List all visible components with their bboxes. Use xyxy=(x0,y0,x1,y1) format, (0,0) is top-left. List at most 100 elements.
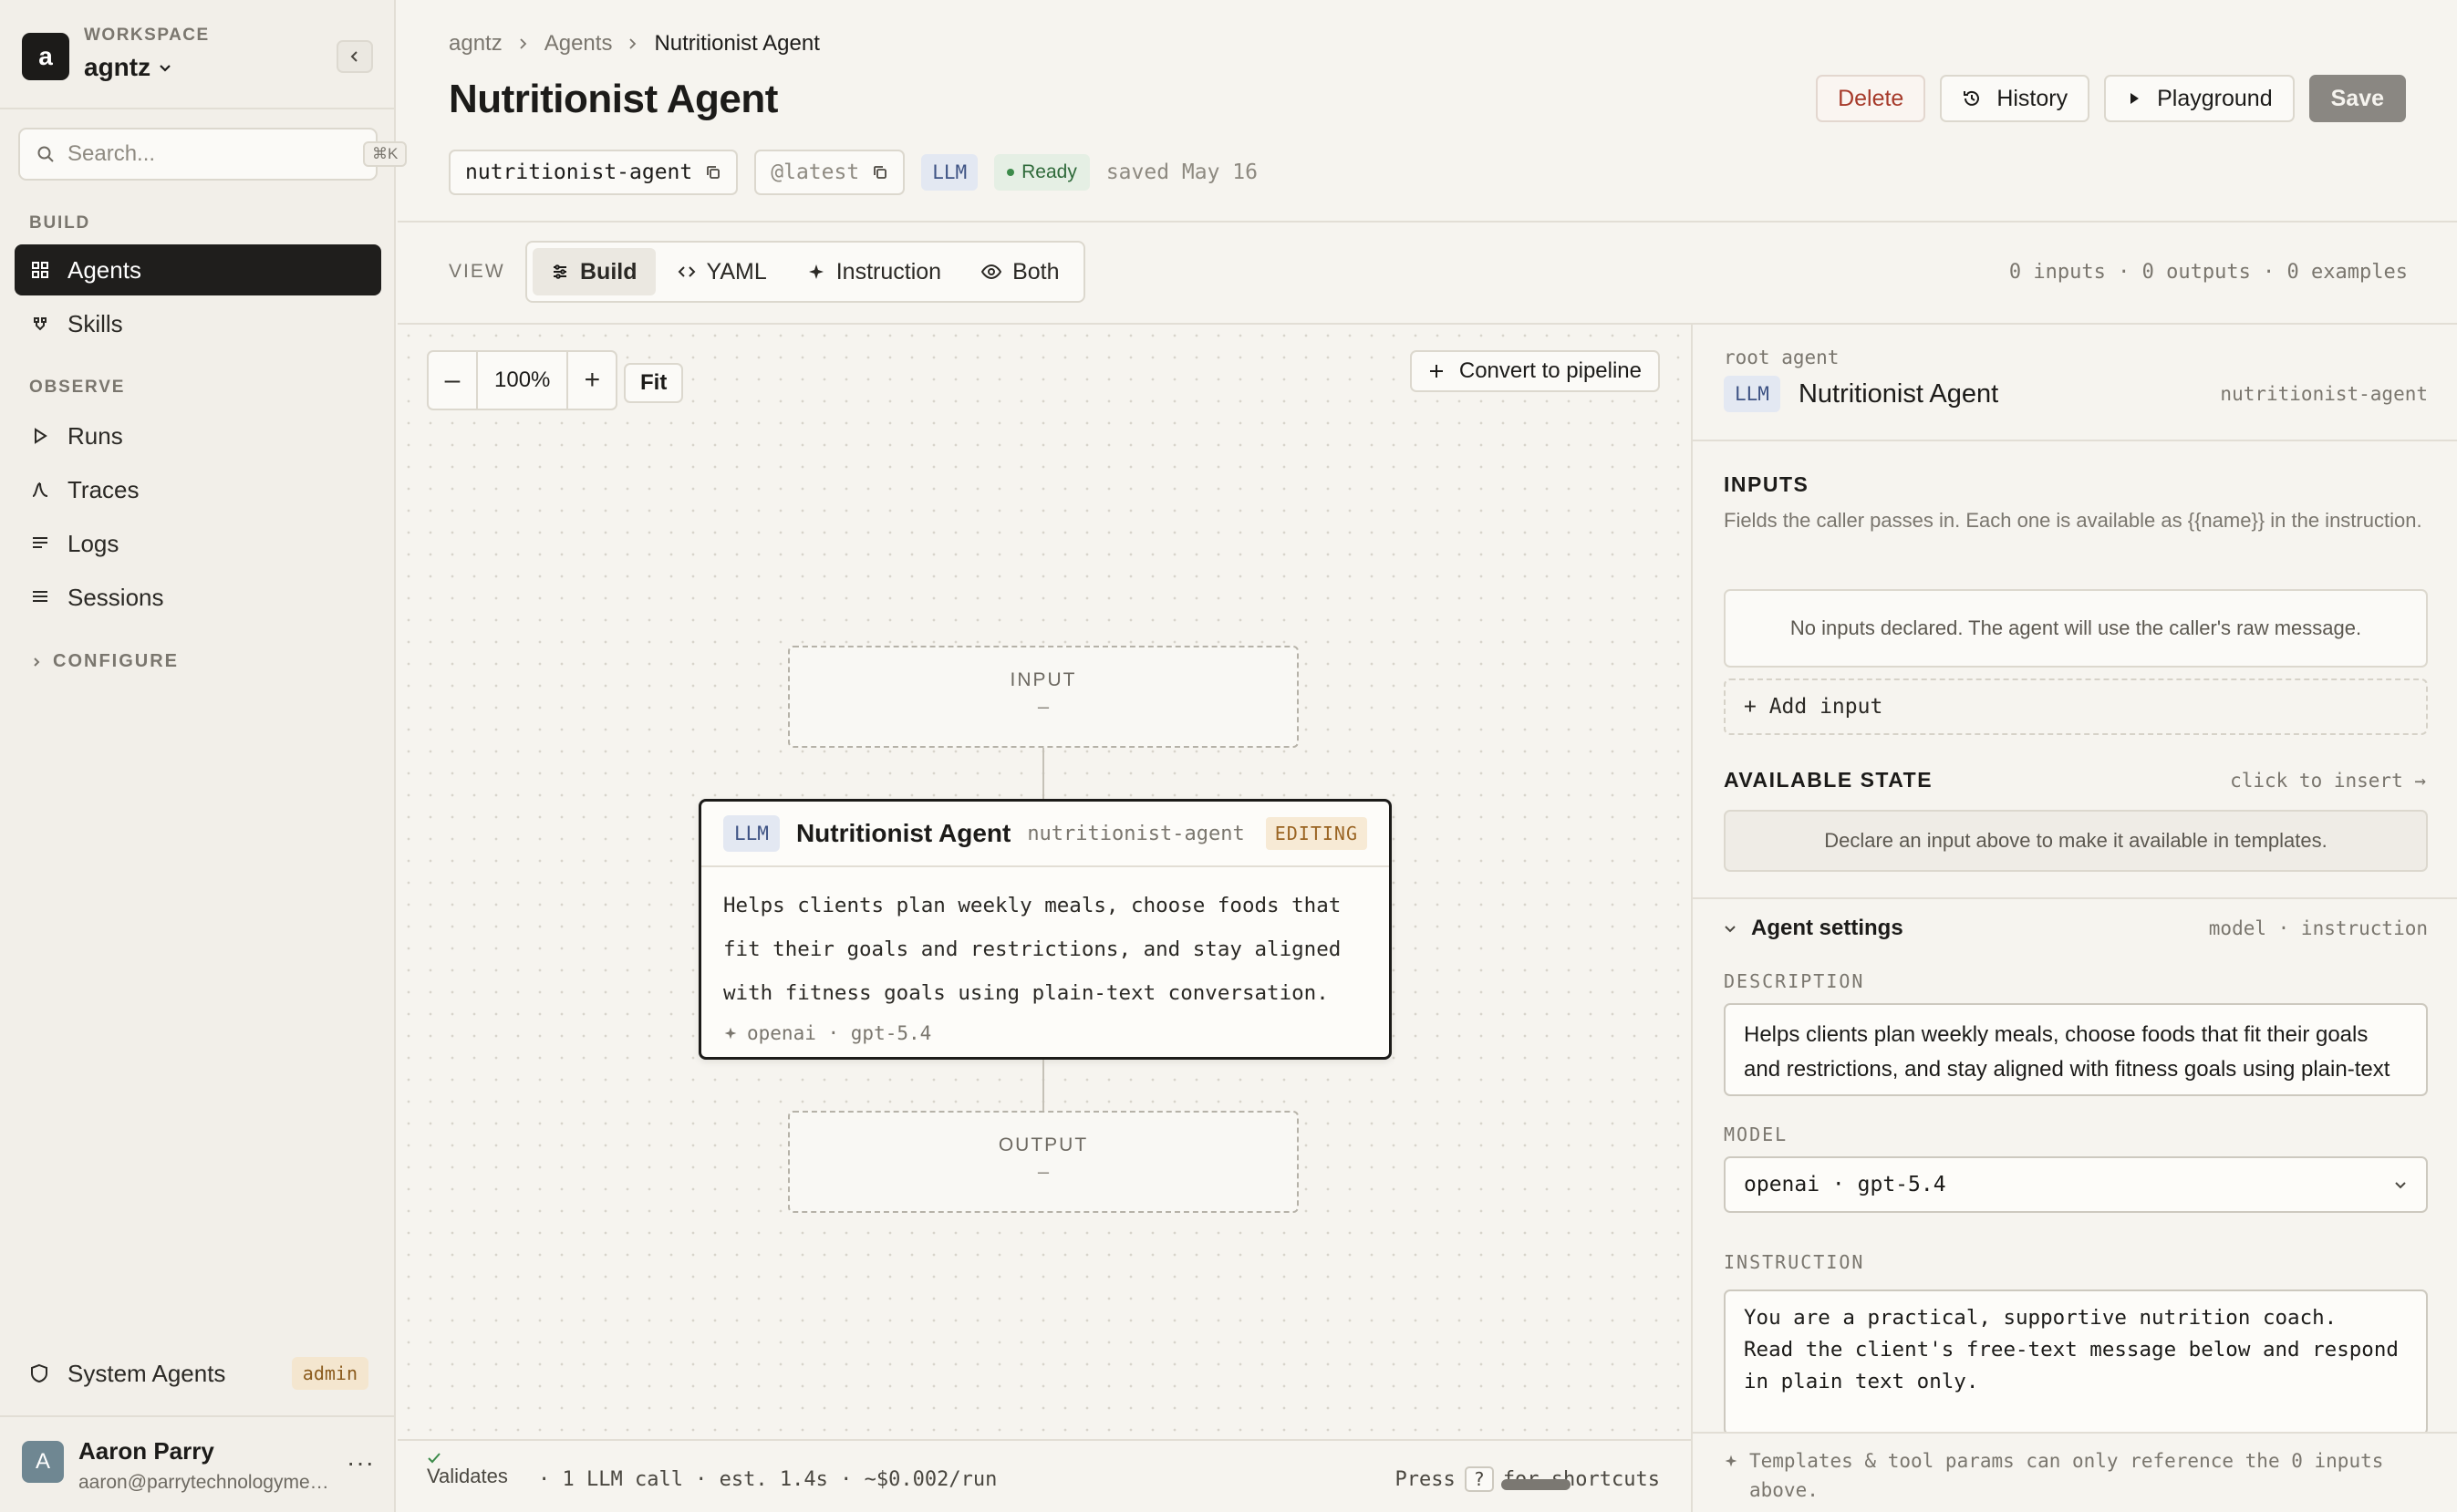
search-input[interactable] xyxy=(67,141,350,167)
instruction-line: Read the client's free-text message belo… xyxy=(1744,1338,2399,1362)
shortcut-key[interactable]: ? xyxy=(1464,1466,1494,1492)
workspace-label: WORKSPACE xyxy=(84,26,210,45)
delete-button[interactable]: Delete xyxy=(1816,75,1926,122)
input-node[interactable]: INPUT – xyxy=(788,646,1299,748)
sidebar-item-runs[interactable]: Runs xyxy=(15,410,381,461)
insert-hint: click to insert → xyxy=(2230,770,2426,792)
view-label: VIEW xyxy=(449,261,505,282)
history-button[interactable]: History xyxy=(1940,75,2090,122)
chevron-down-icon xyxy=(158,60,172,75)
breadcrumb-item[interactable]: agntz xyxy=(449,31,503,57)
inputs-empty-state: No inputs declared. The agent will use t… xyxy=(1724,589,2428,668)
tab-instruction[interactable]: Instruction xyxy=(789,248,959,295)
sidebar-item-logs[interactable]: Logs xyxy=(15,518,381,569)
output-node-value: – xyxy=(1037,1160,1050,1183)
view-tabs: Build YAML Instruction Both xyxy=(525,241,1085,303)
tab-both[interactable]: Both xyxy=(963,248,1077,295)
header-actions: Delete History Playground Save xyxy=(1816,75,2406,122)
template-note-text: Templates & tool params can only referen… xyxy=(1749,1450,2384,1501)
agent-node-slug: nutritionist-agent xyxy=(1027,822,1245,845)
status-dot-icon xyxy=(1007,169,1015,176)
editing-badge: EDITING xyxy=(1265,817,1367,850)
root-agent-name: Nutritionist Agent xyxy=(1798,378,1999,409)
output-node[interactable]: OUTPUT – xyxy=(788,1111,1299,1213)
sidebar-item-skills[interactable]: Skills xyxy=(15,298,381,349)
user-email: aaron@parrytechnologyme… xyxy=(78,1472,329,1493)
fit-button[interactable]: Fit xyxy=(624,363,684,403)
type-badge: LLM xyxy=(1724,376,1780,412)
configure-section-toggle[interactable]: CONFIGURE xyxy=(31,651,179,672)
agent-version: @latest xyxy=(771,161,860,184)
add-input-button[interactable]: + Add input xyxy=(1724,678,2428,735)
chevron-right-icon xyxy=(31,657,42,668)
breadcrumb-item[interactable]: Agents xyxy=(544,31,613,57)
configure-label: CONFIGURE xyxy=(53,651,179,671)
description-field[interactable]: Helps clients plan weekly meals, choose … xyxy=(1724,1003,2428,1096)
instruction-line: You are a practical, supportive nutritio… xyxy=(1744,1306,2338,1330)
status-text: Ready xyxy=(1021,161,1077,182)
play-icon xyxy=(31,427,49,445)
tab-label: YAML xyxy=(706,258,767,285)
convert-to-pipeline-button[interactable]: Convert to pipeline xyxy=(1409,350,1660,392)
system-agents-label: System Agents xyxy=(67,1359,226,1387)
more-icon[interactable]: ··· xyxy=(347,1448,375,1477)
tab-label: Both xyxy=(1012,258,1060,285)
validates-label: Validates xyxy=(427,1465,508,1487)
model-select[interactable]: openai · gpt-5.4 xyxy=(1724,1156,2428,1213)
avatar: A xyxy=(22,1441,64,1483)
sidebar-item-label: Traces xyxy=(67,475,140,503)
search-box[interactable]: ⌘K xyxy=(18,128,408,181)
agent-node[interactable]: LLM Nutritionist Agent nutritionist-agen… xyxy=(699,799,1392,1060)
zoom-in-button[interactable]: + xyxy=(568,352,616,409)
workspace-name: agntz xyxy=(84,53,151,81)
tab-label: Build xyxy=(580,258,638,285)
agent-slug-chip[interactable]: nutritionist-agent xyxy=(449,150,739,195)
sidebar-item-label: Agents xyxy=(67,255,141,284)
search-icon xyxy=(36,145,55,163)
description-label: DESCRIPTION xyxy=(1724,970,1865,992)
type-badge: LLM xyxy=(723,815,780,852)
agent-node-description: Helps clients plan weekly meals, choose … xyxy=(723,894,1342,1005)
sidebar-item-sessions[interactable]: Sessions xyxy=(15,572,381,623)
graph-canvas[interactable]: – 100% + Fit Convert to pipeline INPUT –… xyxy=(398,325,1691,1439)
inputs-help: Fields the caller passes in. Each one is… xyxy=(1724,509,2422,532)
chevron-left-icon xyxy=(348,50,361,63)
sidebar-item-agents[interactable]: Agents xyxy=(15,244,381,295)
system-agents-link[interactable]: System Agents admin xyxy=(29,1353,368,1393)
view-toolbar: VIEW Build YAML Instruction Both 0 input… xyxy=(398,223,2457,325)
admin-badge: admin xyxy=(291,1357,368,1390)
validation-status: Validates xyxy=(427,1452,508,1488)
save-button[interactable]: Save xyxy=(2308,75,2406,122)
copy-icon[interactable] xyxy=(705,164,721,181)
chevron-down-icon xyxy=(1724,922,1736,935)
copy-icon[interactable] xyxy=(872,164,888,181)
tab-build[interactable]: Build xyxy=(533,248,656,295)
io-counts: 0 inputs · 0 outputs · 0 examples xyxy=(2008,261,2408,284)
agent-settings-toggle[interactable]: Agent settings model · instruction xyxy=(1724,916,2428,941)
playground-label: Playground xyxy=(2157,85,2273,111)
history-label: History xyxy=(1996,85,2068,111)
sidebar-item-label: Sessions xyxy=(67,583,164,611)
version-chip[interactable]: @latest xyxy=(754,150,906,195)
collapse-sidebar-button[interactable] xyxy=(337,40,373,73)
tab-yaml[interactable]: YAML xyxy=(659,248,785,295)
page-header: agntz Agents Nutritionist Agent Nutritio… xyxy=(398,0,2457,223)
sessions-icon xyxy=(31,588,49,606)
agent-settings-title: Agent settings xyxy=(1751,916,1903,940)
horizontal-scrollbar[interactable] xyxy=(1501,1479,1571,1490)
sidebar-item-label: Skills xyxy=(67,309,123,337)
divider xyxy=(1693,897,2457,899)
inputs-heading: INPUTS xyxy=(1724,472,1809,496)
sidebar-item-traces[interactable]: Traces xyxy=(15,464,381,515)
zoom-out-button[interactable]: – xyxy=(429,352,476,409)
playground-button[interactable]: Playground xyxy=(2104,75,2295,122)
type-badge: LLM xyxy=(921,154,979,191)
workspace-switcher[interactable]: agntz xyxy=(84,53,172,82)
convert-label: Convert to pipeline xyxy=(1458,358,1642,383)
instruction-editor[interactable]: You are a practical, supportive nutritio… xyxy=(1724,1289,2428,1435)
template-note: Templates & tool params can only referen… xyxy=(1693,1432,2457,1512)
sparkle-icon xyxy=(723,1026,738,1041)
play-icon xyxy=(2126,90,2142,107)
model-label: MODEL xyxy=(1724,1124,1788,1145)
user-menu[interactable]: A Aaron Parry aaron@parrytechnologyme… ·… xyxy=(0,1415,394,1512)
